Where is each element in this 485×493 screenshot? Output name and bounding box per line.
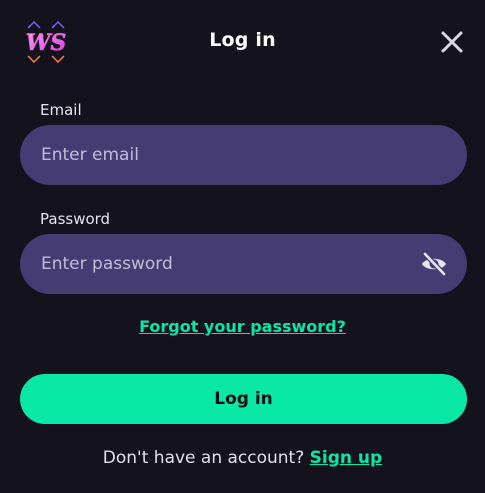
password-field[interactable] (20, 234, 467, 294)
signup-link[interactable]: Sign up (310, 448, 383, 468)
toggle-password-visibility-button[interactable] (420, 251, 448, 277)
email-field[interactable] (20, 125, 467, 185)
forgot-password-link[interactable]: Forgot your password? (0, 317, 485, 336)
login-button[interactable]: Log in (20, 374, 467, 424)
password-label: Password (40, 210, 111, 228)
signup-prompt-text: Don't have an account? (102, 448, 310, 468)
close-icon (441, 31, 463, 53)
email-label: Email (40, 101, 82, 119)
eye-slash-icon (422, 251, 447, 277)
login-modal: WS Log in Email Password Forgot your pas… (0, 0, 485, 493)
modal-title: Log in (209, 29, 276, 51)
signup-prompt: Don't have an account? Sign up (0, 448, 485, 468)
close-button[interactable] (438, 28, 466, 56)
